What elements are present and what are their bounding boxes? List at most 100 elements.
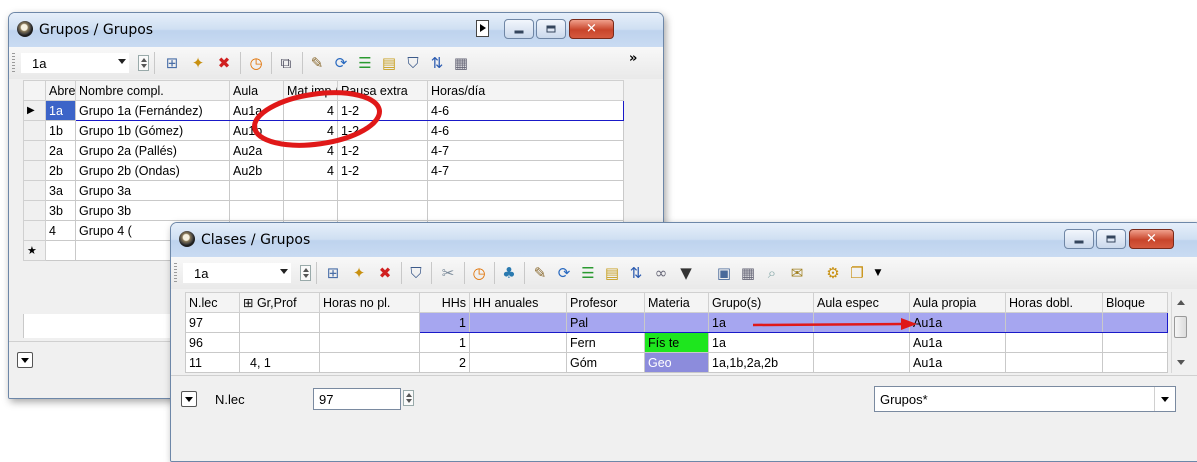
cell-double-hours[interactable] (1005, 352, 1103, 373)
refresh-icon[interactable]: ⟳ (331, 53, 351, 73)
column-header[interactable]: N.lec (185, 292, 240, 313)
cell-block[interactable] (1102, 352, 1168, 373)
cell-main-subjects[interactable] (283, 200, 338, 221)
report-icon[interactable]: ▤ (602, 263, 622, 283)
column-header[interactable]: Horas no pl. (319, 292, 420, 313)
cell-hours-week[interactable]: 1 (419, 332, 470, 353)
cell-abbrev[interactable]: 1b (45, 120, 76, 141)
fields-icon[interactable]: ▦ (451, 53, 471, 73)
cell-hours-week[interactable]: 2 (419, 352, 470, 373)
scroll-down-icon[interactable] (1177, 360, 1185, 365)
cell-abbrev[interactable]: 3a (45, 180, 76, 201)
sort-icon[interactable]: ⇅ (626, 263, 646, 283)
list-icon[interactable]: ☰ (578, 263, 598, 283)
clases-titlebar[interactable]: Clases / Grupos ✕ (171, 223, 1197, 257)
lesson-number-spinner[interactable] (403, 390, 414, 406)
toolbar-grip[interactable] (174, 263, 177, 283)
group-select[interactable]: 1a (183, 263, 291, 283)
cell-group-teacher[interactable]: 4, 1 (239, 352, 320, 373)
cell-subject[interactable] (644, 312, 709, 333)
tools-icon[interactable]: ✂ (438, 263, 458, 283)
cell-hours-week[interactable]: 1 (419, 312, 470, 333)
new-record-icon[interactable]: ✦ (188, 53, 208, 73)
cell-main-subjects[interactable] (283, 180, 338, 201)
cell-hours-day[interactable] (427, 180, 624, 201)
cell-hours-day[interactable]: 4-6 (427, 120, 624, 141)
current-row-marker[interactable]: ▶ (23, 100, 46, 121)
new-record-icon[interactable]: ✦ (349, 263, 369, 283)
minimize-button[interactable] (504, 19, 534, 39)
minimize-button[interactable] (1064, 229, 1094, 249)
cell-teacher[interactable]: Pal (566, 312, 645, 333)
row-selector[interactable] (23, 220, 46, 241)
row-selector[interactable] (23, 120, 46, 141)
cell-teacher[interactable]: Góm (566, 352, 645, 373)
cell-double-hours[interactable] (1005, 332, 1103, 353)
cell-name[interactable]: Grupo 3b (75, 200, 230, 221)
cell-hours-day[interactable]: 4-6 (427, 100, 624, 121)
column-header[interactable]: Aula espec (813, 292, 910, 313)
row-selector[interactable] (23, 160, 46, 181)
table-row[interactable]: 11 4, 1 2 Góm Geo 1a,1b,2a,2b Au1a (185, 352, 1168, 373)
cell-hours-year[interactable] (469, 352, 567, 373)
toolbar-overflow-icon[interactable]: » (629, 51, 637, 66)
cell-subject[interactable]: Fís te (644, 332, 709, 353)
row-selector[interactable] (23, 180, 46, 201)
table-row[interactable]: 3b Grupo 3b (23, 200, 624, 221)
cell-hours-year[interactable] (469, 332, 567, 353)
vertical-scrollbar[interactable] (1171, 292, 1190, 373)
people-icon[interactable]: ♣ (499, 263, 519, 283)
gear-icon[interactable]: ⚙ (823, 263, 843, 283)
cell-extra-break[interactable] (337, 200, 428, 221)
list-icon[interactable]: ☰ (355, 53, 375, 73)
group-spinner[interactable] (138, 55, 149, 71)
cell-group-teacher[interactable] (239, 312, 320, 333)
cell-lesson-number[interactable]: 11 (185, 352, 240, 373)
cell-special-room[interactable] (813, 332, 910, 353)
filter-icon[interactable]: ⛉ (406, 263, 426, 283)
toolbar-grip[interactable] (12, 53, 15, 73)
delete-icon[interactable]: ✖ (375, 263, 395, 283)
copy-icon[interactable]: ⧉ (276, 53, 296, 73)
row-selector[interactable] (23, 200, 46, 221)
cell-groups[interactable]: 1a,1b,2a,2b (708, 352, 814, 373)
column-header[interactable]: Horas/día (427, 80, 624, 101)
cell-double-hours[interactable] (1005, 312, 1103, 333)
cell-lesson-number[interactable]: 96 (185, 332, 240, 353)
play-icon[interactable] (476, 20, 489, 37)
column-header[interactable]: Horas dobl. (1005, 292, 1103, 313)
zoom-icon[interactable]: ⌕ (762, 263, 782, 283)
cell-block[interactable] (1102, 312, 1168, 333)
column-header[interactable]: Materia (644, 292, 709, 313)
cell-hours-year[interactable] (469, 312, 567, 333)
cell-extra-break[interactable] (337, 180, 428, 201)
cell-hours-day[interactable] (427, 200, 624, 221)
cell-main-subjects[interactable]: 4 (283, 160, 338, 181)
cell-extra-break[interactable]: 1-2 (337, 160, 428, 181)
cell-abbrev[interactable]: 2b (45, 160, 76, 181)
cell-name[interactable]: Grupo 3a (75, 180, 230, 201)
palette-icon[interactable]: ✎ (530, 263, 550, 283)
maximize-button[interactable] (1096, 229, 1126, 249)
column-header[interactable]: Abrev (45, 80, 76, 101)
cell-own-room[interactable]: Au1a (909, 332, 1006, 353)
cell-abbrev[interactable]: 3b (45, 200, 76, 221)
time-icon[interactable]: ◷ (246, 53, 266, 73)
cell-name[interactable]: Grupo 2a (Pallés) (75, 140, 230, 161)
column-header[interactable]: Bloque (1102, 292, 1168, 313)
cell-name[interactable]: Grupo 1b (Gómez) (75, 120, 230, 141)
column-header[interactable]: Nombre compl. (75, 80, 230, 101)
cell-room[interactable]: Au2b (229, 160, 284, 181)
scroll-up-icon[interactable] (1177, 300, 1185, 305)
cell-room[interactable] (229, 200, 284, 221)
document-settings-icon[interactable]: ✉ (787, 263, 807, 283)
cell-room[interactable] (229, 180, 284, 201)
cell-unscheduled[interactable] (319, 332, 420, 353)
group-select[interactable]: 1a (21, 53, 129, 73)
cell-group-teacher[interactable] (239, 332, 320, 353)
close-button[interactable]: ✕ (1129, 229, 1174, 249)
close-button[interactable]: ✕ (569, 19, 614, 39)
chevron-down-icon[interactable]: ▼ (868, 263, 888, 283)
new-row-cell[interactable] (45, 240, 76, 261)
cell-hours-day[interactable]: 4-7 (427, 160, 624, 181)
